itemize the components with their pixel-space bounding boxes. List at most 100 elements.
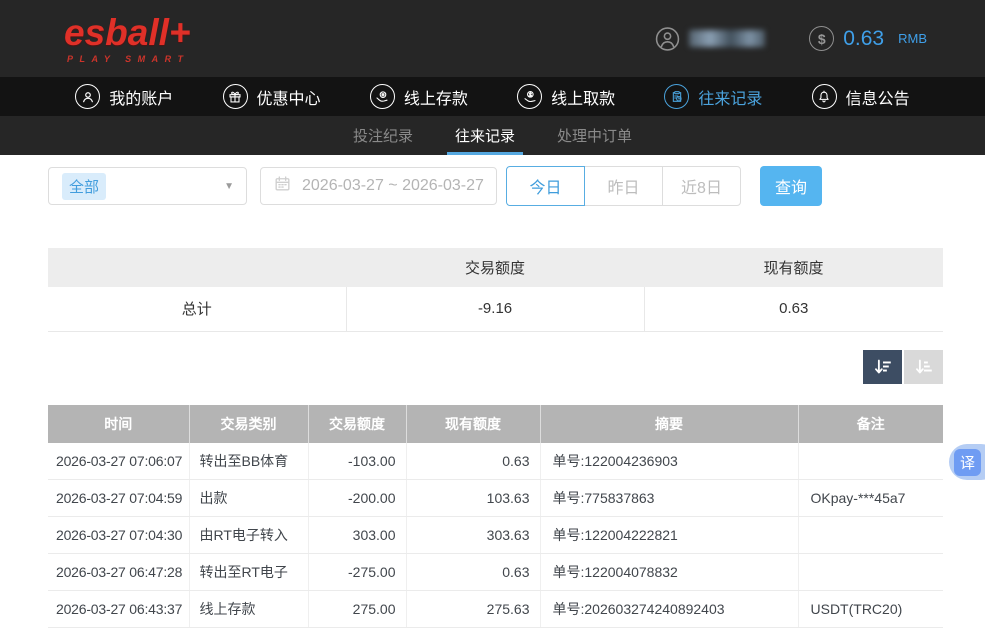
cell-summary: 单号:202603274240892403 <box>540 591 798 628</box>
nav-item-transaction-records[interactable]: 往来记录 <box>664 84 762 109</box>
nav-item-announcements[interactable]: 信息公告 <box>812 84 910 109</box>
col-header-type: 交易类别 <box>189 405 308 443</box>
translate-float-button[interactable]: 译 <box>949 444 985 480</box>
cell-amount: -103.00 <box>308 443 406 480</box>
cell-summary: 单号:775837863 <box>540 480 798 517</box>
cell-type: 线上存款 <box>189 591 308 628</box>
nav-label: 优惠中心 <box>257 85 321 109</box>
col-header-note: 备注 <box>798 405 943 443</box>
col-header-amount: 交易额度 <box>308 405 406 443</box>
tab-label: 往来记录 <box>455 125 515 146</box>
nav-item-my-account[interactable]: 我的账户 <box>75 84 173 109</box>
cell-note <box>798 554 943 591</box>
cell-time: 2026-03-27 07:06:07 <box>48 443 189 480</box>
col-header-time: 时间 <box>48 405 189 443</box>
sort-controls <box>48 350 943 384</box>
user-icon <box>75 84 100 109</box>
calendar-icon <box>273 174 292 198</box>
date-range-input[interactable]: 2026-03-27 ~ 2026-03-27 <box>260 167 497 205</box>
cell-amount: -275.00 <box>308 554 406 591</box>
user-area: $ 0.63 RMB <box>655 26 927 51</box>
cell-time: 2026-03-27 07:04:59 <box>48 480 189 517</box>
filter-row: 全部 ▼ 2026-03-27 ~ 2026-03-27 今日 昨日 近8日 <box>48 166 943 206</box>
tab-transaction-records[interactable]: 往来记录 <box>455 116 515 155</box>
brand-name: esball+ <box>64 14 191 51</box>
summary-total-label: 总计 <box>48 287 346 331</box>
cell-time: 2026-03-27 07:04:30 <box>48 517 189 554</box>
translate-icon: 译 <box>954 449 981 476</box>
table-row: 2026-03-27 06:43:37 线上存款 275.00 275.63 单… <box>48 591 943 628</box>
nav-label: 往来记录 <box>698 85 762 109</box>
summary-header-empty <box>48 248 346 287</box>
quick-date-buttons: 今日 昨日 近8日 <box>506 166 741 206</box>
cell-type: 转出至BB体育 <box>189 443 308 480</box>
nav-label: 我的账户 <box>109 85 173 109</box>
user-avatar-icon <box>655 26 680 51</box>
cell-balance: 103.63 <box>406 480 540 517</box>
withdraw-icon <box>517 84 542 109</box>
user-account-chip[interactable] <box>655 26 765 51</box>
top-header: esball+ PLAY SMART $ 0.63 RMB <box>0 0 985 77</box>
username-blurred <box>689 30 765 47</box>
nav-label: 线上取款 <box>551 85 615 109</box>
table-row: 2026-03-27 07:04:59 出款 -200.00 103.63 单号… <box>48 480 943 517</box>
tab-label: 投注纪录 <box>353 125 413 146</box>
summary-total-row: 总计 -9.16 0.63 <box>48 287 943 331</box>
cell-summary: 单号:122004236903 <box>540 443 798 480</box>
summary-transaction-total: -9.16 <box>346 287 644 331</box>
col-header-summary: 摘要 <box>540 405 798 443</box>
cell-time: 2026-03-27 06:43:37 <box>48 591 189 628</box>
transaction-type-select[interactable]: 全部 ▼ <box>48 167 247 205</box>
chevron-down-icon: ▼ <box>224 181 234 192</box>
tab-betting-records[interactable]: 投注纪录 <box>353 116 413 155</box>
quick-btn-label: 今日 <box>529 174 561 198</box>
cell-balance: 303.63 <box>406 517 540 554</box>
brand-logo[interactable]: esball+ PLAY SMART <box>64 14 191 64</box>
summary-table: 交易额度 现有额度 总计 -9.16 0.63 <box>48 248 943 332</box>
yesterday-button[interactable]: 昨日 <box>584 166 663 206</box>
summary-header-balance: 现有额度 <box>644 248 943 287</box>
cell-note <box>798 517 943 554</box>
main-content: 全部 ▼ 2026-03-27 ~ 2026-03-27 今日 昨日 近8日 <box>0 155 985 628</box>
cell-summary: 单号:122004222821 <box>540 517 798 554</box>
cell-type: 转出至RT电子 <box>189 554 308 591</box>
cell-time: 2026-03-27 06:47:28 <box>48 554 189 591</box>
nav-item-promotions[interactable]: 优惠中心 <box>223 84 321 109</box>
table-row: 2026-03-27 07:06:07 转出至BB体育 -103.00 0.63… <box>48 443 943 480</box>
cell-type: 出款 <box>189 480 308 517</box>
tab-pending-orders[interactable]: 处理中订单 <box>557 116 632 155</box>
bell-icon <box>812 84 837 109</box>
table-row: 2026-03-27 06:47:28 转出至RT电子 -275.00 0.63… <box>48 554 943 591</box>
sort-ascending-icon <box>913 356 935 378</box>
summary-header-transaction: 交易额度 <box>346 248 644 287</box>
table-header-row: 时间 交易类别 交易额度 现有额度 摘要 备注 <box>48 405 943 443</box>
cell-summary: 单号:122004078832 <box>540 554 798 591</box>
cell-amount: -200.00 <box>308 480 406 517</box>
quick-btn-label: 昨日 <box>607 174 639 198</box>
summary-balance-total: 0.63 <box>644 287 943 331</box>
main-nav: 我的账户 优惠中心 线上存款 线上取款 <box>0 77 985 116</box>
last-8-days-button[interactable]: 近8日 <box>662 166 741 206</box>
gift-icon <box>223 84 248 109</box>
sort-descending-icon <box>872 356 894 378</box>
sub-tab-bar: 投注纪录 往来记录 处理中订单 <box>0 116 985 155</box>
cell-amount: 275.00 <box>308 591 406 628</box>
cell-note: USDT(TRC20) <box>798 591 943 628</box>
today-button[interactable]: 今日 <box>506 166 585 206</box>
cell-note <box>798 443 943 480</box>
sort-descending-button[interactable] <box>863 350 902 384</box>
transaction-records-icon <box>664 84 689 109</box>
balance-chip[interactable]: $ 0.63 RMB <box>809 26 927 51</box>
deposit-icon <box>370 84 395 109</box>
date-range-value: 2026-03-27 ~ 2026-03-27 <box>302 177 484 195</box>
nav-label: 线上存款 <box>404 85 468 109</box>
search-button[interactable]: 查询 <box>760 166 822 206</box>
tab-label: 处理中订单 <box>557 125 632 146</box>
nav-item-withdraw[interactable]: 线上取款 <box>517 84 615 109</box>
cell-amount: 303.00 <box>308 517 406 554</box>
table-row: 2026-03-27 07:04:30 由RT电子转入 303.00 303.6… <box>48 517 943 554</box>
col-header-balance: 现有额度 <box>406 405 540 443</box>
nav-item-deposit[interactable]: 线上存款 <box>370 84 468 109</box>
cell-balance: 0.63 <box>406 554 540 591</box>
sort-ascending-button[interactable] <box>904 350 943 384</box>
